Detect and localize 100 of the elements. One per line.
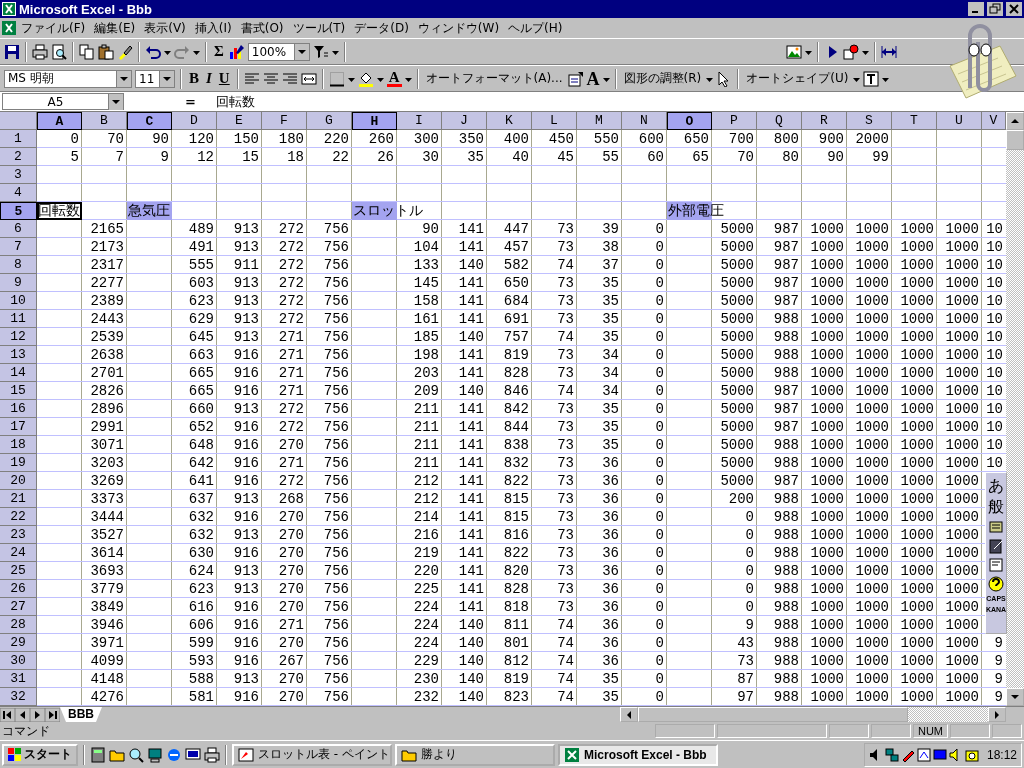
start-button[interactable]: スタート	[2, 743, 78, 766]
workbook-icon[interactable]	[2, 21, 16, 35]
scroll-left-button[interactable]	[620, 707, 638, 722]
calculator-icon[interactable]	[90, 746, 106, 763]
autosum-button[interactable]: Σ	[212, 43, 226, 60]
row-header[interactable]: 1	[0, 130, 37, 148]
pad-icon[interactable]	[988, 557, 1004, 573]
row-header[interactable]: 19	[0, 454, 37, 472]
align-right-icon[interactable]	[281, 70, 298, 87]
zoom-dropdown[interactable]: 100%	[247, 42, 310, 61]
row-header[interactable]: 30	[0, 652, 37, 670]
help-icon[interactable]	[988, 576, 1004, 592]
row-header[interactable]: 27	[0, 598, 37, 616]
input-mode-button[interactable]: あ	[988, 477, 1004, 495]
menu-item[interactable]: 表示(V)	[140, 18, 190, 38]
column-header[interactable]: T	[892, 112, 937, 130]
shapes-icon[interactable]	[843, 43, 859, 60]
row-header[interactable]: 26	[0, 580, 37, 598]
notebook-icon[interactable]	[988, 538, 1004, 554]
scroll-down-button[interactable]	[1006, 688, 1024, 706]
column-header[interactable]: O	[667, 112, 712, 130]
font-size-dropdown[interactable]: 11	[135, 69, 175, 88]
row-header[interactable]: 22	[0, 508, 37, 526]
funnel-icon[interactable]	[312, 43, 329, 60]
vertical-scrollbar[interactable]	[1006, 112, 1024, 706]
taskbar-button[interactable]: スロットル表 - ペイント	[232, 743, 392, 766]
font-dropdown[interactable]: MS 明朝	[4, 69, 132, 88]
column-header[interactable]: H	[352, 112, 397, 130]
underline-button[interactable]: U	[216, 70, 232, 87]
column-header[interactable]: F	[262, 112, 307, 130]
row-header[interactable]: 8	[0, 256, 37, 274]
scroll-right-button[interactable]	[988, 707, 1006, 722]
column-header[interactable]: L	[532, 112, 577, 130]
formula-field[interactable]: 回転数	[207, 92, 255, 111]
next-sheet-icon[interactable]	[30, 707, 45, 722]
print-preview-icon[interactable]	[51, 43, 67, 60]
autoshape-menu-button[interactable]: オートシェイプ(U)	[744, 70, 851, 87]
bold-button[interactable]: B	[187, 70, 201, 87]
first-sheet-icon[interactable]	[0, 707, 15, 722]
ime-icon[interactable]	[916, 747, 931, 762]
fill-color-icon[interactable]	[357, 70, 374, 87]
row-header[interactable]: 7	[0, 238, 37, 256]
row-header[interactable]: 4	[0, 184, 37, 202]
printer-icon[interactable]	[204, 746, 220, 763]
properties-icon[interactable]	[567, 70, 584, 87]
menu-item[interactable]: ウィンドウ(W)	[413, 18, 504, 38]
sheet-tab[interactable]: BBB	[60, 707, 102, 722]
close-button[interactable]	[1006, 2, 1022, 16]
row-header[interactable]: 14	[0, 364, 37, 382]
row-header[interactable]: 9	[0, 274, 37, 292]
italic-button[interactable]: I	[204, 70, 214, 87]
dictionary-icon[interactable]	[988, 519, 1004, 535]
column-header[interactable]: B	[82, 112, 127, 130]
edit-formula-button[interactable]: =	[177, 94, 204, 109]
scroll-thumb[interactable]	[638, 707, 908, 722]
menu-item[interactable]: データ(D)	[350, 18, 413, 38]
picture-icon[interactable]	[786, 43, 802, 60]
display-icon[interactable]	[932, 747, 947, 762]
row-header[interactable]: 20	[0, 472, 37, 490]
grow-font-button[interactable]: A	[586, 69, 600, 88]
column-header[interactable]: Q	[757, 112, 802, 130]
column-header[interactable]: M	[577, 112, 622, 130]
scroll-up-button[interactable]	[1006, 112, 1024, 130]
row-header[interactable]: 32	[0, 688, 37, 706]
borders-icon[interactable]	[328, 70, 345, 87]
align-center-icon[interactable]	[262, 70, 279, 87]
draw-menu-button[interactable]: 図形の調整(R)	[621, 70, 704, 87]
row-header[interactable]: 11	[0, 310, 37, 328]
column-header[interactable]: G	[307, 112, 352, 130]
menu-item[interactable]: ヘルプ(H)	[504, 18, 567, 38]
clipboard-icon[interactable]	[98, 43, 114, 60]
column-header[interactable]: U	[937, 112, 982, 130]
row-header[interactable]: 16	[0, 400, 37, 418]
row-header[interactable]: 29	[0, 634, 37, 652]
row-header[interactable]: 21	[0, 490, 37, 508]
row-header[interactable]: 28	[0, 616, 37, 634]
font-color-button[interactable]: A	[386, 70, 402, 87]
align-left-icon[interactable]	[243, 70, 260, 87]
network-icon[interactable]	[884, 747, 899, 762]
scroll-thumb[interactable]	[1006, 130, 1024, 150]
column-header[interactable]: J	[442, 112, 487, 130]
double-arrow-icon[interactable]	[881, 43, 897, 60]
row-header[interactable]: 18	[0, 436, 37, 454]
conversion-mode-button[interactable]: 般	[988, 498, 1004, 516]
row-header[interactable]: 23	[0, 526, 37, 544]
copy-icon[interactable]	[79, 43, 95, 60]
printer-icon[interactable]	[32, 43, 48, 60]
row-header[interactable]: 17	[0, 418, 37, 436]
name-box[interactable]: A5	[2, 93, 124, 110]
menu-item[interactable]: ファイル(F)	[17, 18, 90, 38]
menu-item[interactable]: 挿入(I)	[190, 18, 236, 38]
text-box-icon[interactable]	[863, 70, 880, 87]
column-header[interactable]: E	[217, 112, 262, 130]
horizontal-scrollbar[interactable]	[620, 707, 1006, 722]
row-header[interactable]: 13	[0, 346, 37, 364]
merge-cells-icon[interactable]	[300, 70, 317, 87]
row-header[interactable]: 31	[0, 670, 37, 688]
menu-item[interactable]: 編集(E)	[90, 18, 140, 38]
restore-button[interactable]	[987, 2, 1003, 16]
monitor-icon[interactable]	[185, 746, 201, 763]
